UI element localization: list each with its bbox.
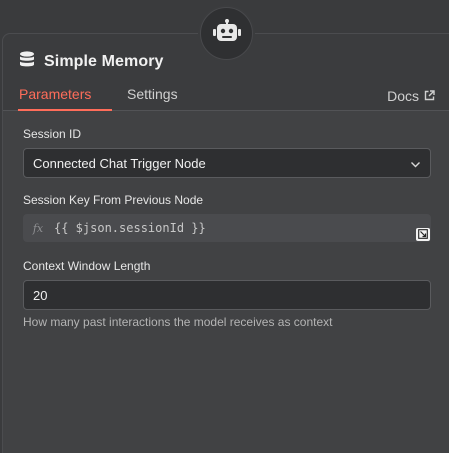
docs-link[interactable]: Docs — [387, 86, 435, 106]
docs-label: Docs — [387, 88, 419, 104]
node-badge-circle — [200, 7, 253, 60]
context-window-input[interactable] — [23, 280, 431, 310]
context-window-hint: How many past interactions the model rec… — [23, 315, 333, 329]
fx-icon: fx — [32, 221, 44, 235]
tab-bar: Parameters Settings Docs — [3, 86, 449, 111]
expand-icon — [418, 226, 428, 244]
title-row: Simple Memory — [19, 51, 164, 73]
session-key-expression-field[interactable]: fx {{ $json.sessionId }} — [23, 214, 431, 242]
tab-parameters[interactable]: Parameters — [19, 86, 91, 111]
session-key-label: Session Key From Previous Node — [23, 193, 204, 207]
session-id-select[interactable]: Connected Chat Trigger Node — [23, 148, 431, 178]
context-window-label: Context Window Length — [23, 259, 151, 273]
node-settings-panel: Simple Memory Parameters Settings Docs S… — [2, 33, 449, 453]
stage: Simple Memory Parameters Settings Docs S… — [0, 0, 449, 453]
session-id-label: Session ID — [23, 127, 82, 141]
session-id-value: Connected Chat Trigger Node — [33, 155, 206, 171]
node-badge — [198, 5, 255, 62]
robot-icon — [212, 19, 241, 48]
database-icon — [19, 51, 35, 73]
session-key-expression: {{ $json.sessionId }} — [54, 221, 206, 235]
expand-editor-button[interactable] — [416, 228, 430, 241]
external-link-icon — [424, 88, 435, 104]
active-tab-indicator — [18, 109, 112, 111]
tab-settings[interactable]: Settings — [127, 86, 178, 111]
chevron-down-icon — [410, 158, 421, 173]
node-title[interactable]: Simple Memory — [44, 53, 164, 71]
